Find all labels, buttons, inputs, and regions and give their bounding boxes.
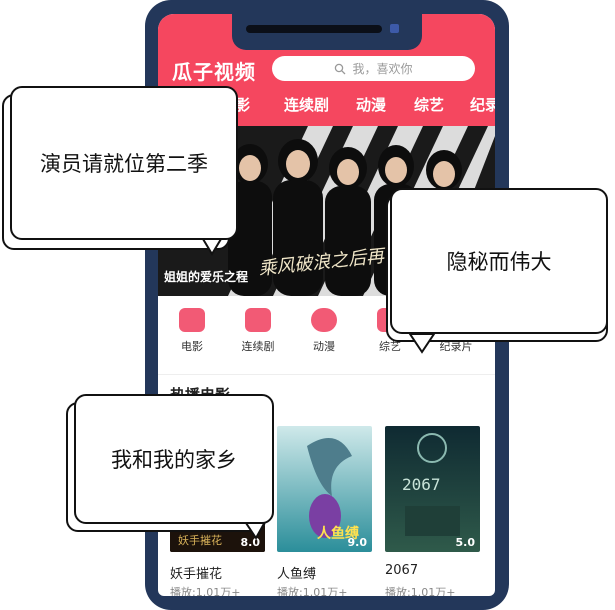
banner-caption: 姐姐的爱乐之程 [164,270,249,284]
search-icon [335,63,346,74]
rating-badge: 9.0 [347,536,368,549]
poster-artwork: 2067 [385,426,480,552]
tv-series-icon [245,308,271,332]
shortcut-label: 电影 [181,340,203,353]
shortcut-label: 连续剧 [241,340,275,353]
search-placeholder: 我，喜欢你 [352,62,413,76]
svg-text:2067: 2067 [402,475,441,494]
speaker-slot [246,25,382,33]
phone-notch [232,4,422,50]
camera-dot [390,24,399,33]
speech-bubble-text: 隐秘而伟大 [390,188,608,334]
movie-title[interactable]: 2067 [385,563,418,578]
speech-bubble-text: 我和我的家乡 [74,394,274,524]
section-divider [158,374,495,375]
shortcut-series[interactable]: 连续剧 [226,308,290,354]
speech-bubble-2: 隐秘而伟大 [386,188,612,354]
play-count: 播放:1.01万+ [385,586,456,596]
tab-variety[interactable]: 综艺 [414,94,444,115]
rating-badge: 5.0 [455,536,476,549]
shortcut-label: 动漫 [313,340,335,353]
movie-title[interactable]: 人鱼缚 [277,563,316,582]
app-title: 瓜子视频 [172,60,256,84]
movie-poster[interactable]: 人鱼缚 9.0 [277,426,372,552]
tab-series[interactable]: 连续剧 [284,94,329,115]
film-icon [179,308,205,332]
speech-bubble-text: 演员请就位第二季 [10,86,238,240]
poster-artwork: 人鱼缚 [277,426,372,552]
speech-bubble-1: 演员请就位第二季 [2,86,242,256]
bear-icon [311,308,337,332]
bubble-tail [408,334,436,354]
search-box[interactable]: 我，喜欢你 [272,56,475,81]
tab-anime[interactable]: 动漫 [356,94,386,115]
shortcut-movies[interactable]: 电影 [160,308,224,354]
play-count: 播放:1.01万+ [277,586,348,596]
play-count: 播放:1.01万+ [170,586,241,596]
movie-title[interactable]: 妖手摧花 [170,563,222,582]
tab-documentary[interactable]: 纪录 [470,94,495,115]
movie-poster[interactable]: 2067 5.0 [385,426,480,552]
shortcut-anime[interactable]: 动漫 [292,308,356,354]
speech-bubble-3: 我和我的家乡 [66,394,278,544]
